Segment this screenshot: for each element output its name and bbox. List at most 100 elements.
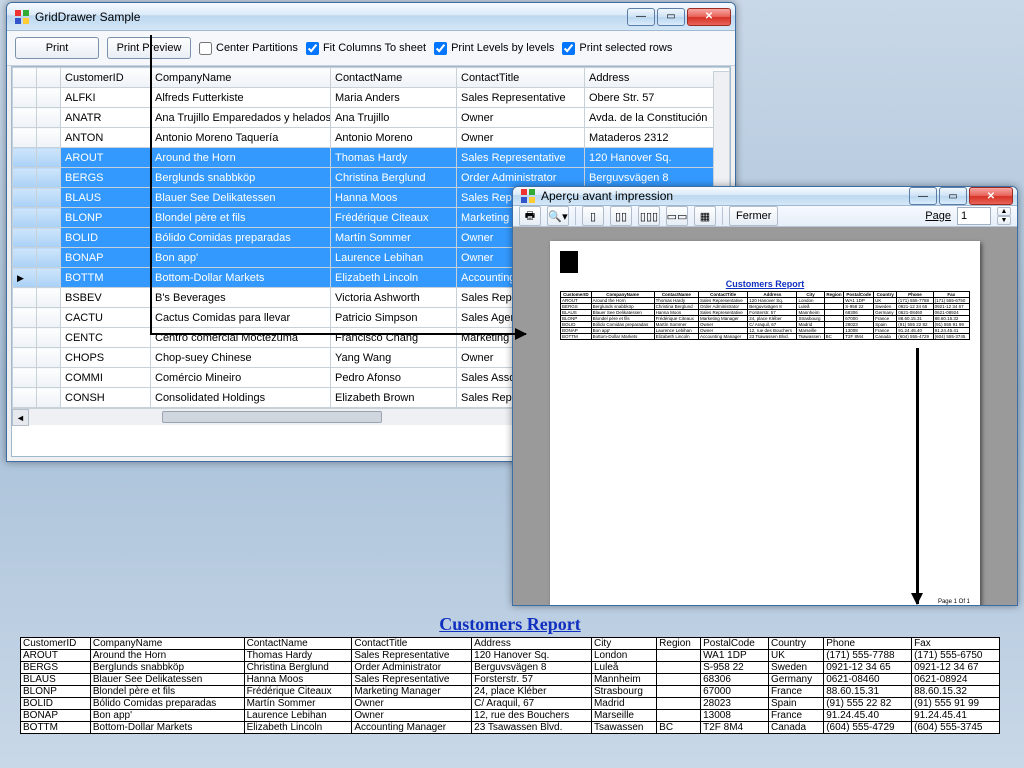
print-button[interactable]: Print	[15, 37, 99, 59]
row-expand[interactable]	[37, 208, 61, 228]
maximize-button[interactable]: ▭	[939, 187, 967, 205]
row-expand[interactable]	[37, 108, 61, 128]
row-selector[interactable]	[13, 228, 37, 248]
fit-columns-checkbox[interactable]: Fit Columns To sheet	[306, 42, 426, 55]
table-row[interactable]: ANTONAntonio Moreno TaqueríaAntonio More…	[13, 128, 730, 148]
one-page-icon[interactable]: ▯	[582, 206, 604, 226]
minimize-button[interactable]: —	[909, 187, 937, 205]
row-selector[interactable]	[13, 168, 37, 188]
arrow-to-report-icon	[916, 348, 919, 604]
app-icon	[521, 189, 535, 203]
row-expand[interactable]	[37, 88, 61, 108]
row-selector[interactable]	[13, 208, 37, 228]
fermer-button[interactable]: Fermer	[729, 206, 778, 226]
print-preview-button[interactable]: Print Preview	[107, 37, 191, 59]
report-column-header: City	[591, 638, 656, 650]
customers-report: Customers Report CustomerIDCompanyNameCo…	[20, 614, 1000, 734]
six-page-icon[interactable]: ▦	[694, 206, 716, 226]
row-selector[interactable]	[13, 348, 37, 368]
preview-titlebar[interactable]: Aperçu avant impression — ▭ ✕	[513, 187, 1017, 206]
close-button[interactable]: ✕	[687, 8, 731, 26]
row-expand[interactable]	[37, 288, 61, 308]
report-row: BLONPBlondel père et filsFrédérique Cite…	[21, 686, 1000, 698]
row-expand[interactable]	[37, 248, 61, 268]
table-row[interactable]: AROUTAround the HornThomas HardySales Re…	[13, 148, 730, 168]
minimize-button[interactable]: —	[627, 8, 655, 26]
titlebar[interactable]: GridDrawer Sample — ▭ ✕	[7, 3, 735, 31]
row-selector[interactable]	[13, 308, 37, 328]
row-selector[interactable]	[13, 108, 37, 128]
row-header-corner	[13, 68, 37, 88]
report-row: BERGSBerglunds snabbköpChristina Berglun…	[21, 662, 1000, 674]
row-expand[interactable]	[37, 388, 61, 408]
scrollbar-thumb[interactable]	[162, 411, 382, 423]
row-expand[interactable]	[37, 268, 61, 288]
report-column-header: Country	[768, 638, 823, 650]
row-selector[interactable]	[13, 368, 37, 388]
row-expand[interactable]	[37, 328, 61, 348]
report-title: Customers Report	[20, 614, 1000, 635]
report-row: BONAPBon app'Laurence LebihanOwner12, ru…	[21, 710, 1000, 722]
row-expand[interactable]	[37, 348, 61, 368]
column-header[interactable]: ContactName	[331, 68, 457, 88]
report-column-header: CustomerID	[21, 638, 91, 650]
row-selector[interactable]	[13, 148, 37, 168]
row-selector[interactable]	[13, 188, 37, 208]
page-up-icon[interactable]: ▲	[997, 207, 1011, 216]
preview-canvas[interactable]: Customers Report CustomerIDCompanyNameCo…	[513, 227, 1017, 606]
column-header[interactable]: Address	[585, 68, 730, 88]
report-logo-icon	[560, 251, 578, 273]
report-row: BOLIDBólido Comidas preparadasMartín Som…	[21, 698, 1000, 710]
page-down-icon[interactable]: ▼	[997, 216, 1011, 225]
close-button[interactable]: ✕	[969, 187, 1013, 205]
print-selected-rows-input[interactable]	[562, 42, 575, 55]
table-row[interactable]: BERGSBerglunds snabbköpChristina Berglun…	[13, 168, 730, 188]
row-selector[interactable]	[13, 248, 37, 268]
column-header[interactable]: ContactTitle	[457, 68, 585, 88]
row-expand[interactable]	[37, 148, 61, 168]
preview-toolbar: 🖶 🔍▾ ▯ ▯▯ ▯▯▯ ▭▭ ▦ Fermer Page 1 ▲ ▼	[513, 206, 1017, 227]
row-expand[interactable]	[37, 188, 61, 208]
row-selector[interactable]	[13, 128, 37, 148]
two-page-icon[interactable]: ▯▯	[610, 206, 632, 226]
four-page-icon[interactable]: ▭▭	[666, 206, 688, 226]
print-icon[interactable]: 🖶	[519, 206, 541, 226]
toolbar: Print Print Preview Center Partitions Fi…	[7, 31, 735, 66]
print-levels-input[interactable]	[434, 42, 447, 55]
report-table: CustomerIDCompanyNameContactNameContactT…	[20, 637, 1000, 734]
row-expand[interactable]	[37, 368, 61, 388]
report-column-header: Phone	[824, 638, 912, 650]
column-header[interactable]: CustomerID	[61, 68, 151, 88]
page-label: Page	[925, 210, 951, 222]
center-partitions-checkbox[interactable]: Center Partitions	[199, 42, 298, 55]
center-partitions-input[interactable]	[199, 42, 212, 55]
row-expand[interactable]	[37, 168, 61, 188]
three-page-icon[interactable]: ▯▯▯	[638, 206, 660, 226]
page-footer: Page 1 Of 1	[938, 599, 970, 605]
row-selector[interactable]	[13, 288, 37, 308]
row-selector[interactable]	[13, 268, 37, 288]
fit-columns-input[interactable]	[306, 42, 319, 55]
zoom-icon[interactable]: 🔍▾	[547, 206, 569, 226]
table-row[interactable]: ANATRAna Trujillo Emparedados y heladosA…	[13, 108, 730, 128]
scroll-left-icon[interactable]: ◄	[12, 409, 29, 426]
app-icon	[15, 10, 29, 24]
row-expand[interactable]	[37, 228, 61, 248]
print-selected-rows-checkbox[interactable]: Print selected rows	[562, 42, 672, 55]
row-expand[interactable]	[37, 308, 61, 328]
report-column-header: Region	[657, 638, 701, 650]
table-row[interactable]: ALFKIAlfreds FutterkisteMaria AndersSale…	[13, 88, 730, 108]
page-number-input[interactable]: 1	[957, 207, 991, 225]
row-selector[interactable]	[13, 88, 37, 108]
row-expand[interactable]	[37, 128, 61, 148]
report-row: BOTTMBottom-Dollar MarketsElizabeth Linc…	[21, 722, 1000, 734]
report-column-header: Address	[472, 638, 592, 650]
report-row: AROUTAround the HornThomas HardySales Re…	[21, 650, 1000, 662]
report-column-header: CompanyName	[90, 638, 244, 650]
row-selector[interactable]	[13, 328, 37, 348]
report-column-header: PostalCode	[701, 638, 769, 650]
maximize-button[interactable]: ▭	[657, 8, 685, 26]
row-selector[interactable]	[13, 388, 37, 408]
print-levels-checkbox[interactable]: Print Levels by levels	[434, 42, 554, 55]
column-header[interactable]: CompanyName	[151, 68, 331, 88]
